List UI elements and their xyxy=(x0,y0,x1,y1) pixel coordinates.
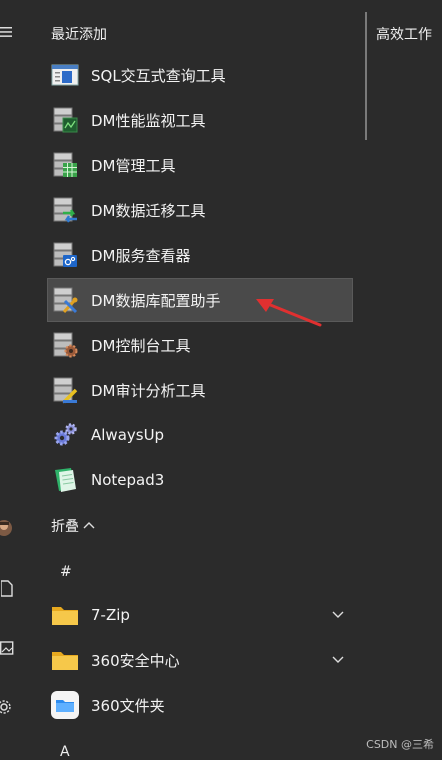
list-item-migrate-tool[interactable]: DM数据迁移工具 xyxy=(47,188,353,232)
service-viewer-icon xyxy=(51,241,79,269)
avatar[interactable] xyxy=(0,518,16,538)
document-icon[interactable] xyxy=(0,578,14,598)
console-tool-icon xyxy=(51,331,79,359)
list-item-sql-tool[interactable]: SQL交互式查询工具 xyxy=(47,53,353,97)
folder-icon xyxy=(51,601,79,629)
list-item-label: DM数据库配置助手 xyxy=(91,291,221,310)
list-item-label: AlwaysUp xyxy=(91,426,165,444)
list-item-360-folder[interactable]: 360文件夹 xyxy=(47,683,353,727)
sql-tool-icon xyxy=(51,61,79,89)
list-item-label: DM服务查看器 xyxy=(91,246,191,265)
list-item-monitor-tool[interactable]: DM性能监视工具 xyxy=(47,98,353,142)
list-item-label: DM管理工具 xyxy=(91,156,176,175)
list-item-label: 360安全中心 xyxy=(91,651,180,670)
tile-group-title[interactable]: 高效工作 xyxy=(376,24,432,44)
collapse-button[interactable]: 折叠 xyxy=(51,516,95,536)
list-item-label: 360文件夹 xyxy=(91,696,165,715)
folder-icon xyxy=(51,646,79,674)
list-item-360-security[interactable]: 360安全中心 xyxy=(47,638,353,682)
list-item-service-viewer[interactable]: DM服务查看器 xyxy=(47,233,353,277)
photo-icon[interactable] xyxy=(0,638,14,658)
watermark-text: CSDN @三希 xyxy=(366,738,434,751)
section-header-hash[interactable]: # xyxy=(60,564,72,580)
migrate-tool-icon xyxy=(51,196,79,224)
tile-divider xyxy=(365,12,367,140)
list-item-label: DM审计分析工具 xyxy=(91,381,206,400)
list-item-alwaysup[interactable]: AlwaysUp xyxy=(47,413,353,457)
audit-tool-icon xyxy=(51,376,79,404)
manage-tool-icon xyxy=(51,151,79,179)
list-item-manage-tool[interactable]: DM管理工具 xyxy=(47,143,353,187)
chevron-down-icon[interactable] xyxy=(331,652,345,666)
list-item-label: DM数据迁移工具 xyxy=(91,201,206,220)
list-item-label: DM性能监视工具 xyxy=(91,111,206,130)
monitor-tool-icon xyxy=(51,106,79,134)
menu-icon[interactable] xyxy=(0,22,14,42)
collapse-label: 折叠 xyxy=(51,519,79,535)
list-item-label: Notepad3 xyxy=(91,471,165,489)
config-assistant-icon xyxy=(51,286,79,314)
list-item-7zip[interactable]: 7-Zip xyxy=(47,593,353,637)
list-item-label: SQL交互式查询工具 xyxy=(91,66,226,85)
gears-icon xyxy=(51,421,79,449)
annotation-arrow xyxy=(256,299,322,327)
360-folder-icon xyxy=(51,691,79,719)
gear-icon[interactable] xyxy=(0,697,14,717)
notepad-icon xyxy=(51,466,79,494)
list-item-label: 7-Zip xyxy=(91,606,130,624)
section-header-a[interactable]: A xyxy=(60,744,70,760)
recent-header: 最近添加 xyxy=(51,27,107,43)
chevron-down-icon[interactable] xyxy=(331,607,345,621)
list-item-notepad3[interactable]: Notepad3 xyxy=(47,458,353,502)
list-item-label: DM控制台工具 xyxy=(91,336,191,355)
chevron-up-icon xyxy=(83,522,95,529)
list-item-audit-tool[interactable]: DM审计分析工具 xyxy=(47,368,353,412)
left-rail xyxy=(0,0,20,760)
